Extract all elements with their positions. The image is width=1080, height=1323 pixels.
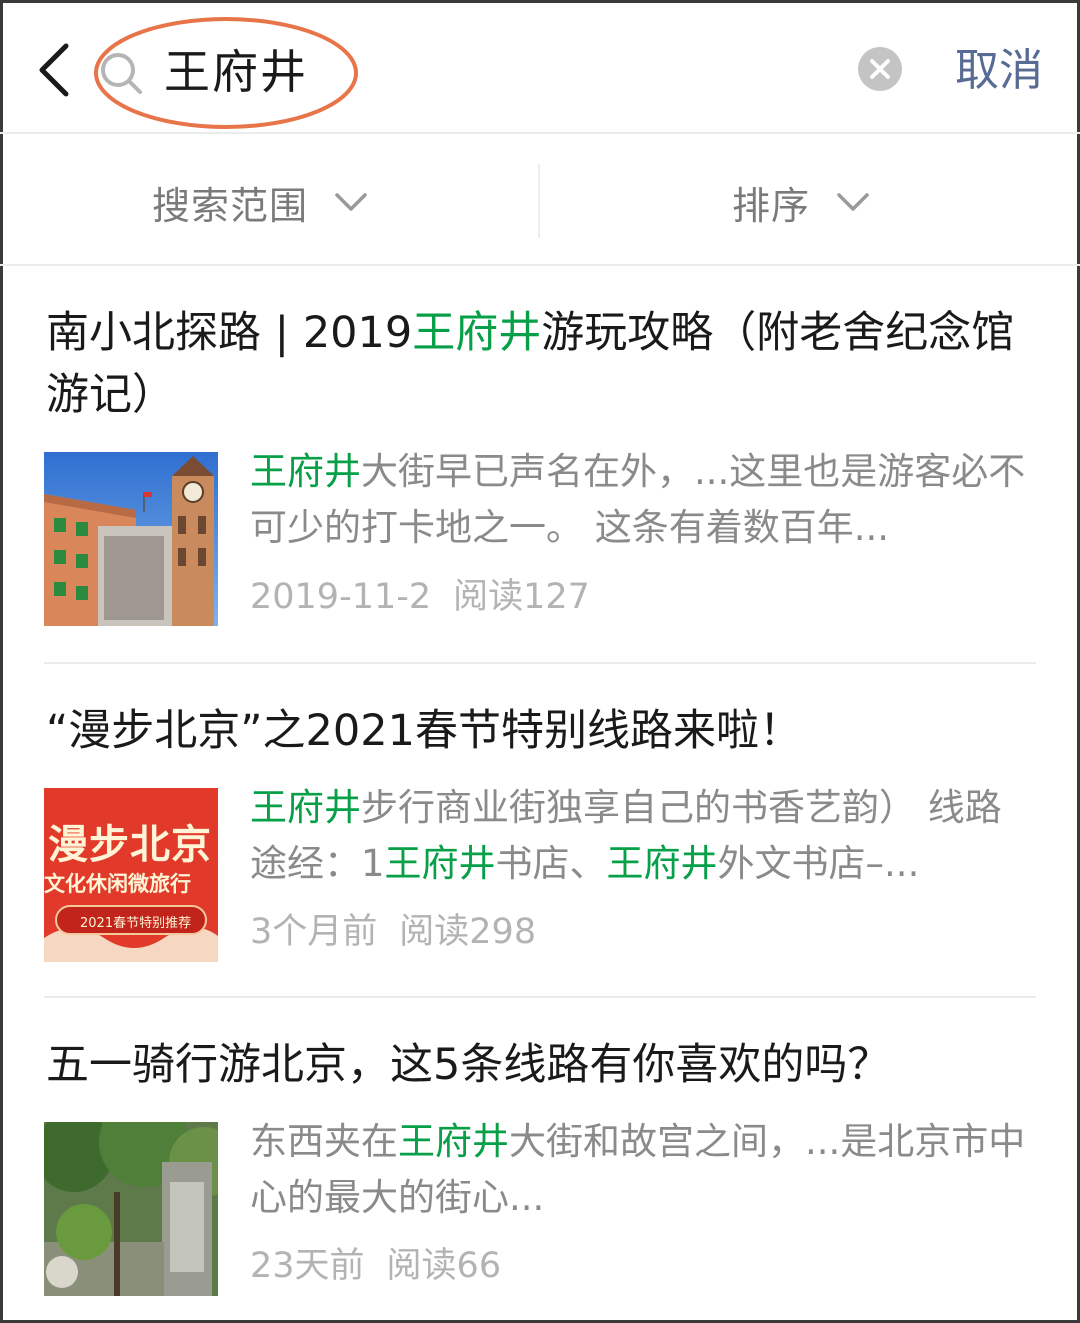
back-arrow-icon[interactable] (30, 38, 80, 102)
title-text: 南小北探路 | 2019 (46, 308, 413, 358)
search-icon (101, 53, 142, 94)
clear-search-button[interactable] (858, 47, 902, 91)
chevron-down-icon (837, 193, 869, 211)
search-result-item[interactable]: “漫步北京”之2021春节特别线路来啦！ 漫步北京 文化休闲微旅行 2021春节… (0, 664, 1080, 998)
result-read-count: 阅读66 (386, 1246, 502, 1286)
result-date: 3个月前 (250, 912, 378, 952)
close-icon (870, 59, 890, 79)
result-title: “漫步北京”之2021春节特别线路来啦！ (46, 700, 1036, 762)
title-text: 五一骑行游北京，这5条线路有你喜欢的吗？ (46, 1040, 891, 1090)
snippet-text: 大街早已声名在外，...这里也是游客必不可少的打卡地之一。 这条有着数百年... (250, 450, 1026, 549)
snippet-text: 东西夹在 (250, 1120, 398, 1163)
snippet-keyword-highlight: 王府井 (250, 786, 361, 829)
result-snippet: 王府井步行商业街独享自己的书香艺韵） 线路途经：1王府井书店、王府井外文书店–.… (250, 780, 1030, 892)
title-keyword-highlight: 王府井 (412, 308, 542, 358)
result-read-count: 阅读127 (453, 577, 590, 617)
cancel-button[interactable]: 取消 (955, 40, 1043, 102)
search-range-dropdown[interactable]: 搜索范围 (152, 176, 368, 228)
sort-label: 排序 (732, 183, 811, 228)
sort-dropdown[interactable]: 排序 (732, 176, 870, 228)
result-thumbnail (44, 1122, 218, 1296)
result-title: 五一骑行游北京，这5条线路有你喜欢的吗？ (46, 1034, 1036, 1096)
snippet-keyword-highlight: 王府井 (398, 1120, 509, 1163)
chevron-down-icon (335, 193, 367, 211)
poster-title: 漫步北京 (48, 822, 212, 868)
result-read-count: 阅读298 (399, 912, 537, 952)
result-date: 23天前 (250, 1246, 365, 1286)
search-input[interactable]: 王府井 (164, 40, 308, 104)
search-result-item[interactable]: 南小北探路 | 2019王府井游玩攻略（附老舍纪念馆游记） 王府井大街早已声名在… (0, 266, 1080, 664)
snippet-keyword-highlight: 王府井 (250, 450, 361, 493)
result-title: 南小北探路 | 2019王府井游玩攻略（附老舍纪念馆游记） (46, 302, 1036, 426)
result-snippet: 王府井大街早已声名在外，...这里也是游客必不可少的打卡地之一。 这条有着数百年… (250, 444, 1030, 556)
filter-divider (538, 164, 540, 238)
result-meta: 23天前 阅读66 (250, 1242, 501, 1290)
result-meta: 3个月前 阅读298 (250, 908, 536, 956)
search-result-item[interactable]: 五一骑行游北京，这5条线路有你喜欢的吗？ 东西夹在王府井大街和故宫之间，...是… (0, 998, 1080, 1323)
search-range-label: 搜索范围 (152, 183, 309, 228)
result-snippet: 东西夹在王府井大街和故宫之间，...是北京市中心的最大的街心... (250, 1114, 1030, 1226)
snippet-text: 外文书店–... (717, 842, 920, 885)
search-bar: 王府井 取消 (0, 0, 1080, 134)
result-date: 2019-11-2 (250, 577, 432, 617)
snippet-keyword-highlight: 王府井 (384, 842, 496, 885)
title-text: “漫步北京”之2021春节特别线路来啦！ (46, 706, 802, 756)
snippet-text: 书店、 (495, 842, 607, 885)
snippet-keyword-highlight: 王府井 (606, 842, 718, 885)
clock-tower-building-image (44, 452, 218, 626)
result-meta: 2019-11-2 阅读127 (250, 573, 590, 621)
poster-tag: 2021春节特别推荐 (80, 916, 192, 931)
filter-bar: 搜索范围 排序 (0, 136, 1080, 266)
tree-courtyard-image (44, 1122, 218, 1296)
poster-subtitle: 文化休闲微旅行 (44, 872, 191, 896)
result-thumbnail (44, 452, 218, 626)
result-thumbnail: 漫步北京 文化休闲微旅行 2021春节特别推荐 (44, 788, 218, 962)
